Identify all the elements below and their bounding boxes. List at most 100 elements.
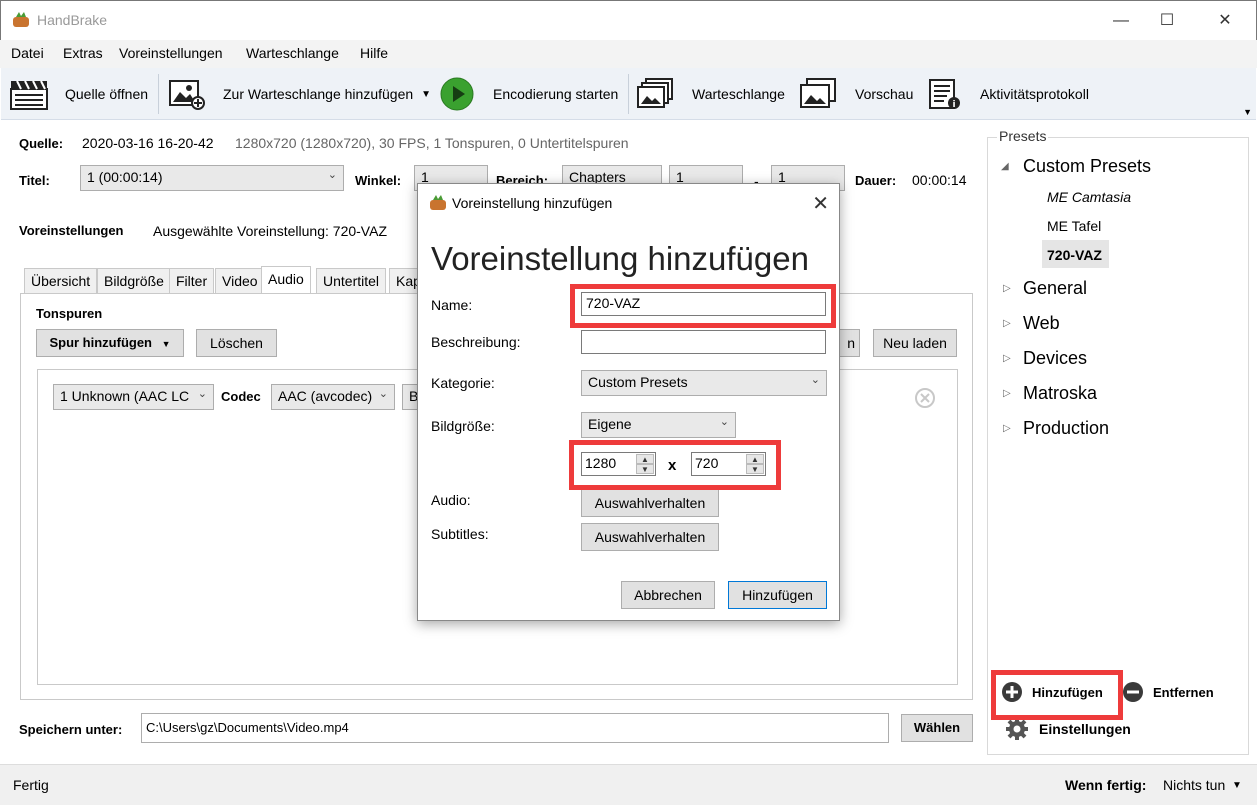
menu-hilfe[interactable]: Hilfe bbox=[360, 45, 388, 61]
presets-label: Voreinstellungen bbox=[19, 223, 124, 238]
menu-extras[interactable]: Extras bbox=[63, 45, 103, 61]
picture-size-select[interactable]: Eigene ⌄ bbox=[581, 412, 736, 438]
save-path-input[interactable]: C:\Users\gz\Documents\Video.mp4 bbox=[141, 713, 889, 743]
description-label: Beschreibung: bbox=[431, 334, 521, 350]
svg-text:i: i bbox=[952, 100, 955, 110]
remove-track-icon[interactable] bbox=[914, 387, 936, 409]
preset-group-custom[interactable]: Custom Presets bbox=[1023, 156, 1151, 177]
preset-group-devices[interactable]: Devices bbox=[1023, 348, 1087, 369]
minimize-button[interactable]: — bbox=[1098, 7, 1144, 35]
remove-preset-label: Entfernen bbox=[1153, 684, 1214, 700]
category-label: Kategorie: bbox=[431, 375, 495, 391]
dialog-heading: Voreinstellung hinzufügen bbox=[431, 240, 809, 277]
choose-path-button[interactable]: Wählen bbox=[901, 714, 973, 742]
dialog-titlebar: Voreinstellung hinzufügen ✕ bbox=[418, 184, 839, 222]
start-encode-label: Encodierung starten bbox=[493, 86, 619, 102]
category-value: Custom Presets bbox=[588, 374, 688, 390]
queue-button[interactable]: Warteschlange bbox=[636, 68, 785, 120]
description-input[interactable] bbox=[581, 330, 826, 354]
codec-select[interactable]: AAC (avcodec) ⌄ bbox=[271, 384, 395, 410]
audio-behavior-button[interactable]: Auswahlverhalten bbox=[581, 489, 719, 517]
presets-panel: Presets ◢ Custom Presets ME Camtasia ME … bbox=[987, 128, 1249, 756]
close-icon[interactable]: ✕ bbox=[812, 191, 829, 216]
reload-button[interactable]: Neu laden bbox=[873, 329, 957, 357]
preview-pictures-icon bbox=[800, 78, 836, 108]
start-encode-button[interactable]: Encodierung starten bbox=[440, 68, 618, 120]
chevron-down-icon: ⌄ bbox=[197, 388, 207, 400]
source-info: 1280x720 (1280x720), 30 FPS, 1 Tonspuren… bbox=[235, 135, 629, 151]
preset-settings-button[interactable]: Einstellungen bbox=[1005, 717, 1131, 741]
open-source-button[interactable]: Quelle öffnen bbox=[9, 68, 148, 120]
activity-log-label: Aktivitätsprotokoll bbox=[980, 86, 1089, 102]
preset-group-general[interactable]: General bbox=[1023, 278, 1087, 299]
preset-item-me-camtasia[interactable]: ME Camtasia bbox=[1047, 189, 1131, 205]
collapsed-triangle-icon[interactable]: ▷ bbox=[1003, 423, 1011, 434]
title-select[interactable]: 1 (00:00:14) ⌄ bbox=[80, 165, 344, 191]
open-source-label: Quelle öffnen bbox=[65, 86, 149, 102]
add-track-button[interactable]: Spur hinzufügen ▼ bbox=[36, 329, 184, 357]
selected-preset: Ausgewählte Voreinstellung: 720-VAZ bbox=[153, 223, 387, 239]
codec-label: Codec bbox=[221, 389, 261, 404]
subtitles-behavior-button[interactable]: Auswahlverhalten bbox=[581, 523, 719, 551]
presets-legend: Presets bbox=[997, 128, 1049, 144]
preset-item-720-vaz[interactable]: 720-VAZ bbox=[1047, 247, 1102, 263]
tab-picture[interactable]: Bildgröße bbox=[97, 268, 171, 294]
highlight-size-fields bbox=[569, 440, 781, 490]
preset-group-matroska[interactable]: Matroska bbox=[1023, 383, 1097, 404]
menu-datei[interactable]: Datei bbox=[11, 45, 44, 61]
tab-subtitles[interactable]: Untertitel bbox=[316, 268, 387, 294]
delete-track-button[interactable]: Löschen bbox=[196, 329, 277, 357]
picture-size-label: Bildgröße: bbox=[431, 418, 495, 434]
add-preset-dialog: Voreinstellung hinzufügen ✕ Voreinstellu… bbox=[417, 183, 840, 621]
toolbar-overflow-icon[interactable]: ▼ bbox=[1243, 107, 1252, 117]
preview-button[interactable]: Vorschau bbox=[799, 68, 913, 120]
add-track-label: Spur hinzufügen bbox=[49, 335, 152, 350]
play-icon bbox=[440, 77, 474, 111]
clapperboard-icon bbox=[10, 80, 48, 110]
tab-overview[interactable]: Übersicht bbox=[24, 268, 98, 294]
tab-filter[interactable]: Filter bbox=[169, 268, 215, 294]
when-done-select[interactable]: Nichts tun bbox=[1163, 777, 1225, 793]
save-as-label: Speichern unter: bbox=[19, 722, 123, 737]
window-titlebar: HandBrake — ☐ ✕ bbox=[0, 0, 1257, 40]
duration-value: 00:00:14 bbox=[912, 172, 967, 188]
activity-log-button[interactable]: i Aktivitätsprotokoll bbox=[927, 68, 1089, 120]
collapsed-triangle-icon[interactable]: ▷ bbox=[1003, 353, 1011, 364]
category-select[interactable]: Custom Presets ⌄ bbox=[581, 370, 827, 396]
audio-track-select[interactable]: 1 Unknown (AAC LC ⌄ bbox=[53, 384, 214, 410]
chevron-down-icon[interactable]: ▼ bbox=[421, 89, 431, 100]
angle-label: Winkel: bbox=[355, 173, 402, 188]
remove-preset-button[interactable]: Entfernen bbox=[1122, 680, 1214, 704]
tab-video[interactable]: Video bbox=[215, 268, 265, 294]
preset-item-me-tafel[interactable]: ME Tafel bbox=[1047, 218, 1101, 234]
add-to-queue-label: Zur Warteschlange hinzufügen bbox=[223, 86, 414, 102]
minus-circle-icon bbox=[1123, 682, 1143, 702]
add-button[interactable]: Hinzufügen bbox=[728, 581, 827, 609]
chevron-down-icon: ▼ bbox=[161, 339, 171, 349]
menu-voreinstellungen[interactable]: Voreinstellungen bbox=[119, 45, 223, 61]
queue-pictures-icon bbox=[637, 78, 673, 108]
source-label: Quelle: bbox=[19, 136, 64, 151]
maximize-button[interactable]: ☐ bbox=[1144, 7, 1190, 35]
toolbar-separator bbox=[628, 74, 629, 114]
collapsed-triangle-icon[interactable]: ▷ bbox=[1003, 318, 1011, 329]
preview-label: Vorschau bbox=[855, 86, 914, 102]
chevron-down-icon[interactable]: ▼ bbox=[1232, 780, 1242, 791]
activity-log-icon: i bbox=[929, 79, 960, 110]
close-window-button[interactable]: ✕ bbox=[1202, 7, 1248, 35]
toolbar-separator bbox=[158, 74, 159, 114]
menu-warteschlange[interactable]: Warteschlange bbox=[246, 45, 339, 61]
status-text: Fertig bbox=[13, 777, 49, 793]
cancel-button[interactable]: Abbrechen bbox=[621, 581, 715, 609]
collapsed-triangle-icon[interactable]: ▷ bbox=[1003, 283, 1011, 294]
collapsed-triangle-icon[interactable]: ▷ bbox=[1003, 388, 1011, 399]
audio-track-value: 1 Unknown (AAC LC bbox=[60, 388, 190, 404]
add-to-queue-button[interactable]: Zur Warteschlange hinzufügen ▼ bbox=[167, 68, 431, 120]
chevron-down-icon: ⌄ bbox=[327, 169, 337, 181]
expanded-triangle-icon[interactable]: ◢ bbox=[1001, 161, 1009, 172]
tab-audio[interactable]: Audio bbox=[261, 266, 311, 295]
preset-group-web[interactable]: Web bbox=[1023, 313, 1060, 334]
tracks-heading: Tonspuren bbox=[36, 306, 103, 321]
codec-value: AAC (avcodec) bbox=[278, 388, 373, 404]
preset-group-production[interactable]: Production bbox=[1023, 418, 1109, 439]
